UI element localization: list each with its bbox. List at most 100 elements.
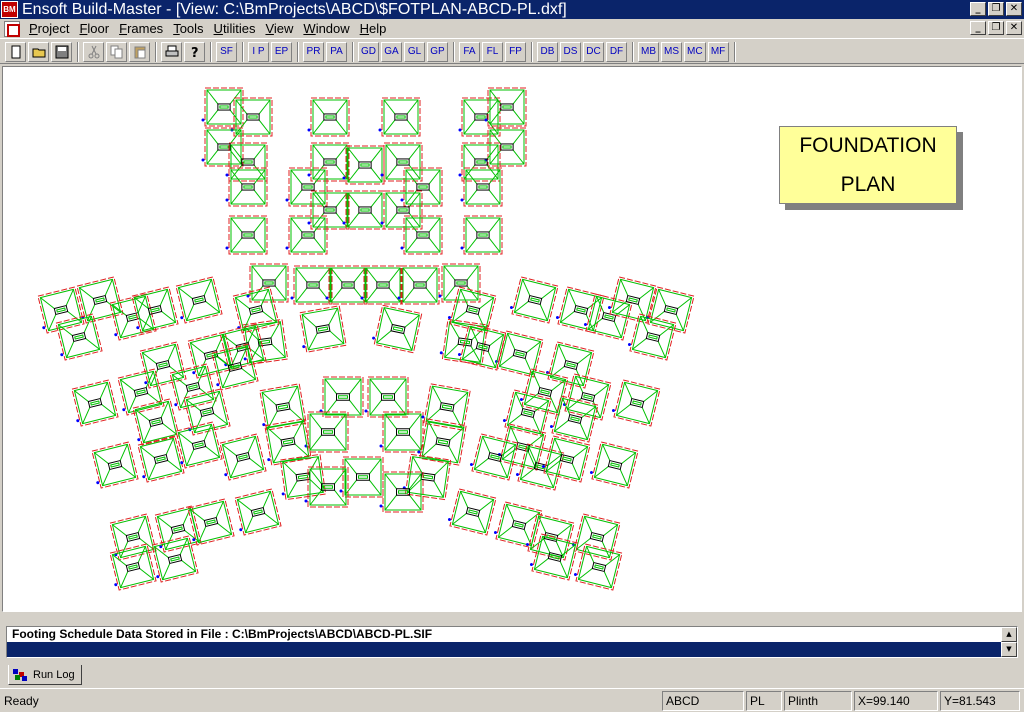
toolbar-button-4-2[interactable]: FP [505,41,526,62]
menu-label: loor [87,21,110,36]
copy-icon [110,45,122,58]
log-scrollbar[interactable]: ▲ ▼ [1001,627,1017,657]
toolbar-button-2-1[interactable]: PA [326,41,347,62]
log-line-selected[interactable] [7,642,1017,657]
scroll-up-icon[interactable]: ▲ [1001,627,1017,642]
footing-79 [447,286,497,334]
toolbar-button-3-3[interactable]: GP [427,41,448,62]
menu-accelerator: V [265,21,274,36]
toolbar-button-4-0[interactable]: FA [459,41,480,62]
menu-item-7[interactable]: Help [355,21,392,36]
footing-53 [55,313,103,361]
toolbar-button-4-1[interactable]: FL [482,41,503,62]
label-line-1: FOUNDATION [799,134,937,157]
save-button[interactable] [51,41,72,62]
menu-label: elp [369,21,387,36]
status-floor: PL [746,690,782,711]
footing-65 [175,421,223,469]
drawing-canvas[interactable]: FOUNDATION PLAN [2,66,1022,612]
print-button[interactable] [161,41,182,62]
log-list[interactable]: Footing Schedule Data Stored in File : C… [6,626,1018,658]
toolbar-button-6-1[interactable]: MS [661,41,682,62]
log-line[interactable]: Footing Schedule Data Stored in File : C… [7,627,1017,642]
toolbar-button-1-1[interactable]: EP [271,41,292,62]
toolbar-separator [733,41,736,62]
menu-item-1[interactable]: Floor [74,21,114,36]
paste-button[interactable] [129,41,150,62]
scroll-down-icon[interactable]: ▼ [1001,642,1017,657]
document-icon[interactable] [4,20,20,37]
cut-button[interactable] [83,41,104,62]
app-logo-icon[interactable]: BM [1,1,18,18]
toolbar-button-5-0[interactable]: DB [537,41,558,62]
toolbar-separator [352,41,354,62]
status-x-coord: X=99.140 [854,690,938,711]
footing-92 [589,441,639,489]
toolbar-separator [297,41,299,62]
toolbar: ? SF I P EP PR PA GD GA GL GP FA FL FP DB DS DC DF MB MS MC… [0,40,1024,64]
status-message: Ready [4,693,39,708]
menu-item-2[interactable]: Frames [114,21,168,36]
footing-36 [304,411,349,453]
footing-87 [549,395,599,443]
footing-9 [307,142,350,182]
footing-81 [545,341,595,389]
menu-item-3[interactable]: Tools [168,21,208,36]
new-file-button[interactable] [5,41,26,62]
footing-73 [509,276,559,324]
doc-restore-button[interactable]: ❐ [988,21,1004,35]
footing-34 [319,376,364,418]
toolbar-button-6-0[interactable]: MB [638,41,659,62]
toolbar-button-3-1[interactable]: GA [381,41,402,62]
toolbar-button-2-0[interactable]: PR [303,41,324,62]
footing-69 [187,498,235,546]
cut-icon [88,45,99,58]
maximize-button[interactable]: ❐ [988,2,1004,16]
doc-minimize-button[interactable]: _ [970,21,986,35]
doc-close-button[interactable]: ✕ [1006,21,1022,35]
toolbar-separator [453,41,455,62]
copy-button[interactable] [106,41,127,62]
footing-24 [246,263,289,303]
print-icon [165,45,178,56]
help-button[interactable]: ? [184,41,205,62]
toolbar-button-3-0[interactable]: GD [358,41,379,62]
toolbar-button-6-2[interactable]: MC [684,41,706,62]
menu-label: tilities [222,21,256,36]
open-folder-button[interactable] [28,41,49,62]
menu-item-4[interactable]: Utilities [209,21,261,36]
toolbar-button-6-3[interactable]: MF [707,41,729,62]
tab-label: Run Log [33,668,75,681]
footing-55 [187,331,235,379]
minimize-button[interactable]: _ [970,2,986,16]
footing-75 [583,293,633,341]
toolbar-button-5-3[interactable]: DF [606,41,627,62]
toolbar-separator [155,41,157,62]
footing-71 [109,543,157,591]
paste-icon [134,46,145,58]
close-button[interactable]: ✕ [1006,2,1022,16]
toolbar-button-5-2[interactable]: DC [583,41,604,62]
footing-22 [400,215,443,255]
toolbar-button-1-0[interactable]: I P [248,41,269,62]
footing-12 [458,142,501,182]
footing-16 [460,167,503,207]
footing-42 [279,453,327,501]
menu-item-5[interactable]: View [260,21,298,36]
menu-accelerator: U [213,21,223,36]
status-project: ABCD [662,690,744,711]
toolbar-button-3-2[interactable]: GL [404,41,425,62]
footing-51 [175,276,223,324]
toolbar-button-0-0[interactable]: SF [216,41,237,62]
menu-accelerator: H [359,21,370,36]
tab-run-log[interactable]: Run Log [8,665,82,685]
menu-item-6[interactable]: Window [298,21,354,36]
menu-item-0[interactable]: Project [24,21,74,36]
run-log-panel: Footing Schedule Data Stored in File : C… [2,614,1022,686]
footing-46 [304,466,349,508]
menu-accelerator: P [29,21,38,36]
label-line-2: PLAN [840,173,896,196]
toolbar-button-5-1[interactable]: DS [560,41,581,62]
menu-accelerator: W [303,21,316,36]
footing-30 [299,305,347,353]
